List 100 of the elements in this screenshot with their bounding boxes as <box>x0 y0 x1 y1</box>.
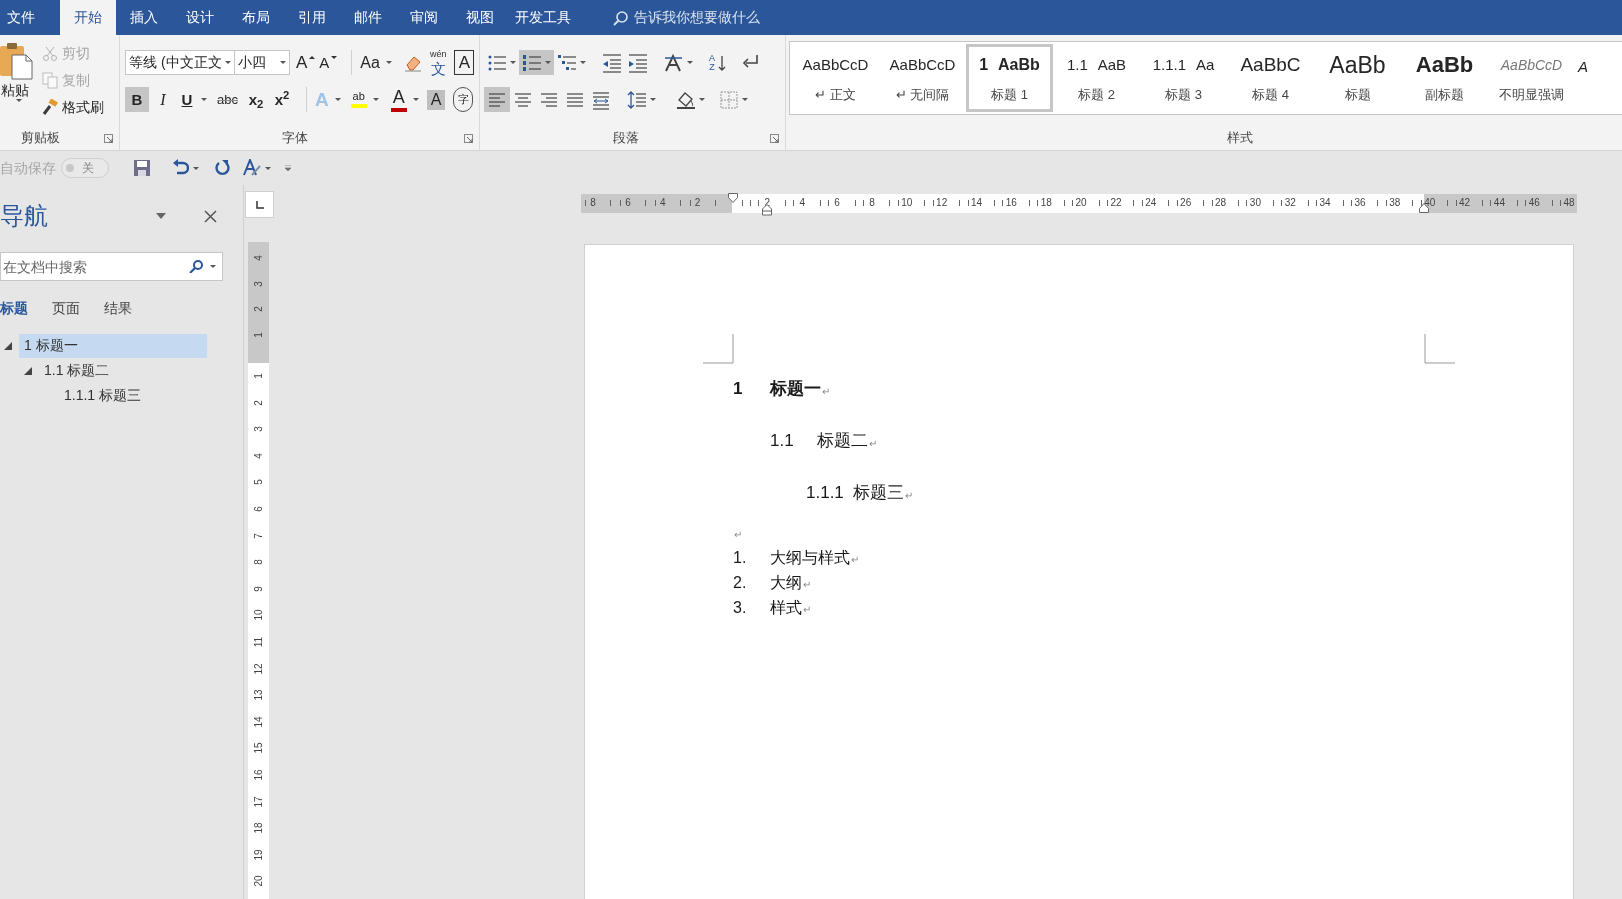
spelling-icon <box>243 159 261 177</box>
align-left-button[interactable] <box>484 87 510 112</box>
italic-button[interactable]: I <box>151 87 175 112</box>
pane-tab[interactable]: 结果 <box>104 297 132 319</box>
ribbon-tab[interactable]: 视图 <box>452 0 508 35</box>
ruler-number: 15 <box>252 741 265 756</box>
caret-icon <box>265 166 271 170</box>
ruler-number: 2 <box>694 197 701 209</box>
ruler-number: 48 <box>1563 197 1575 209</box>
search-field[interactable]: 在文档中搜索 <box>0 252 223 281</box>
subscript-button[interactable]: x$_{2}$ <box>245 87 266 112</box>
ribbon-tab[interactable]: 插入 <box>116 0 172 35</box>
caret-icon <box>210 265 216 268</box>
close-icon <box>204 209 217 223</box>
down-arrow-icon <box>718 54 726 71</box>
close-button[interactable] <box>204 209 217 223</box>
style-item[interactable]: AaBb 标题 <box>1314 44 1401 112</box>
caret-icon <box>687 61 693 64</box>
style-item[interactable]: AaBbCcD ↵ 无间隔 <box>879 44 966 112</box>
tab-selector-button[interactable] <box>245 191 274 218</box>
paste-button[interactable]: 粘贴 <box>0 41 38 126</box>
format-painter-button[interactable]: 格式刷 <box>42 96 104 119</box>
style-item[interactable]: AaBb 副标题 <box>1401 44 1488 112</box>
ribbon-tab[interactable]: 开发工具 <box>508 0 578 35</box>
spelling-button[interactable] <box>243 159 271 177</box>
caret-icon <box>193 166 199 170</box>
numbering-button[interactable] <box>519 50 554 75</box>
dialog-launcher-icon <box>770 134 779 143</box>
borders-icon <box>719 89 739 110</box>
font-color-button[interactable]: A <box>388 87 409 112</box>
ruler-number: 7 <box>252 531 265 541</box>
ruler-number: 2 <box>252 398 265 408</box>
style-item[interactable]: A <box>1575 44 1597 112</box>
line-spacing-icon <box>627 89 647 110</box>
font-name-box[interactable]: 等线 (中文正文 <box>125 50 235 75</box>
ruler-number: 28 <box>1214 197 1227 209</box>
ribbon-tab[interactable]: 引用 <box>284 0 340 35</box>
ribbon-tab[interactable]: 开始 <box>60 0 116 35</box>
change-case-button[interactable]: Aa <box>351 50 382 75</box>
ruler-number: 46 <box>1528 197 1540 209</box>
paragraph-mark: ↵ <box>734 527 742 542</box>
ribbon-tab[interactable]: 设计 <box>172 0 228 35</box>
save-icon <box>133 159 151 177</box>
ruler-number: 26 <box>1180 197 1192 209</box>
ruler-number: 8 <box>590 197 596 209</box>
left-tab-icon <box>255 200 264 209</box>
ribbon-tab[interactable]: 布局 <box>228 0 284 35</box>
ribbon-tab[interactable]: 文件 <box>0 0 42 35</box>
style-item[interactable]: 1 AaBb 标题 1 <box>966 44 1053 112</box>
character-shading-button[interactable]: A <box>424 87 448 112</box>
grow-font-button[interactable]: A <box>294 50 318 75</box>
distributed-icon <box>591 89 611 110</box>
paragraph-mark: ↵ <box>803 603 811 617</box>
caret-icon <box>225 61 231 64</box>
shrink-font-button[interactable]: A <box>317 50 340 75</box>
style-item[interactable]: AaBbCcD ↵ 正文 <box>792 44 879 112</box>
tell-me-field[interactable]: 告诉我你想要做什么 <box>612 0 760 35</box>
list-number: 1.1 <box>770 430 795 453</box>
ruler-number: 32 <box>1284 197 1296 209</box>
search-icon <box>612 9 628 26</box>
style-item[interactable]: 1.1.1 Aa 标题 3 <box>1140 44 1227 112</box>
pane-tab[interactable]: 标题 <box>0 297 28 319</box>
underline-button[interactable]: U <box>177 87 197 112</box>
save-button[interactable] <box>133 159 151 177</box>
paragraph-mark: ↵ <box>803 578 811 592</box>
ruler-number: 10 <box>252 608 265 623</box>
sort-button[interactable]: A Z <box>706 50 729 75</box>
undo-button[interactable] <box>171 159 199 177</box>
style-item[interactable]: AaBbC 标题 4 <box>1227 44 1314 112</box>
superscript-button[interactable]: x$^{2}$ <box>271 87 292 112</box>
ruler-number: 36 <box>1354 197 1366 209</box>
character-border-button[interactable]: A <box>454 50 475 75</box>
ruler-number: 4 <box>799 197 805 209</box>
dialog-launcher-icon <box>464 134 473 143</box>
paragraph-mark: ↵ <box>905 488 913 503</box>
redo-icon <box>213 159 231 177</box>
style-item[interactable]: 1.1 AaB 标题 2 <box>1053 44 1140 112</box>
caret-icon <box>385 61 392 64</box>
heading-item[interactable]: 1 标题一 <box>19 333 207 358</box>
bold-button[interactable]: B <box>125 87 149 112</box>
heading-item[interactable]: 1.1.1 标题三 <box>59 383 207 408</box>
ruler-number: 24 <box>1145 197 1157 209</box>
phonetic-guide-button[interactable]: wén 文 <box>427 50 449 75</box>
ruler-number: 20 <box>252 874 265 889</box>
document-text: 标题二 <box>817 430 868 453</box>
ribbon-tab[interactable]: 审阅 <box>396 0 452 35</box>
pane-options-button[interactable] <box>156 213 166 219</box>
dialog-launcher-icon <box>104 134 113 143</box>
pane-tab[interactable]: 页面 <box>52 297 80 319</box>
ruler-number: 12 <box>252 662 265 677</box>
ruler-number: 4 <box>252 254 265 263</box>
copy-icon <box>42 72 58 89</box>
font-size-box[interactable]: 小四 <box>235 50 290 75</box>
heading-item[interactable]: 1.1 标题二 <box>39 358 207 383</box>
ribbon-tab[interactable]: 邮件 <box>340 0 396 35</box>
caret-icon <box>699 98 705 101</box>
style-item[interactable]: AaBbCcD 不明显强调 <box>1488 44 1575 112</box>
highlight-button[interactable]: ab <box>348 87 369 112</box>
redo-button[interactable] <box>213 159 231 177</box>
caret-icon <box>580 61 586 64</box>
